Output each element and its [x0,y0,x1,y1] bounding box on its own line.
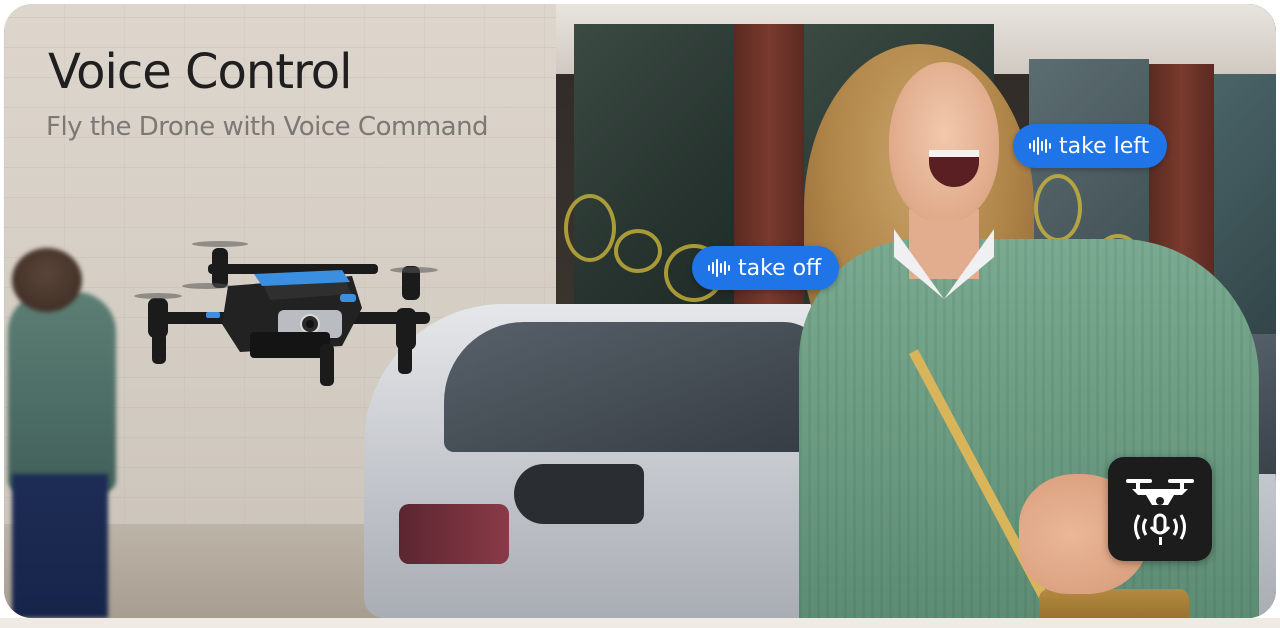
voice-drone-badge [1108,457,1212,561]
pedestrian-body [8,292,116,492]
bottom-strip [0,618,1280,628]
sound-wave-icon [1029,137,1051,155]
pedestrian-legs [12,474,108,618]
page-subtitle: Fly the Drone with Voice Command [46,112,489,142]
woman-face [889,62,999,222]
voice-command-label: take left [1059,133,1150,159]
banner-canvas: Voice Control Fly the Drone with Voice C… [0,0,1280,628]
drone-icon [134,241,438,386]
sound-wave-icon [708,259,730,277]
voice-drone-icon [1126,479,1194,545]
voice-command-take-off: take off [692,246,840,290]
page-title: Voice Control [48,44,352,100]
car-rear-window [444,322,824,452]
voice-command-label: take off [738,255,822,281]
car-tail-light [399,504,509,564]
car-rear-detail [514,464,644,524]
voice-command-take-left: take left [1013,124,1168,168]
window-doodle [1034,174,1082,242]
window-doodle [564,194,616,262]
pedestrian-head [12,248,82,312]
window-doodle [614,229,662,273]
